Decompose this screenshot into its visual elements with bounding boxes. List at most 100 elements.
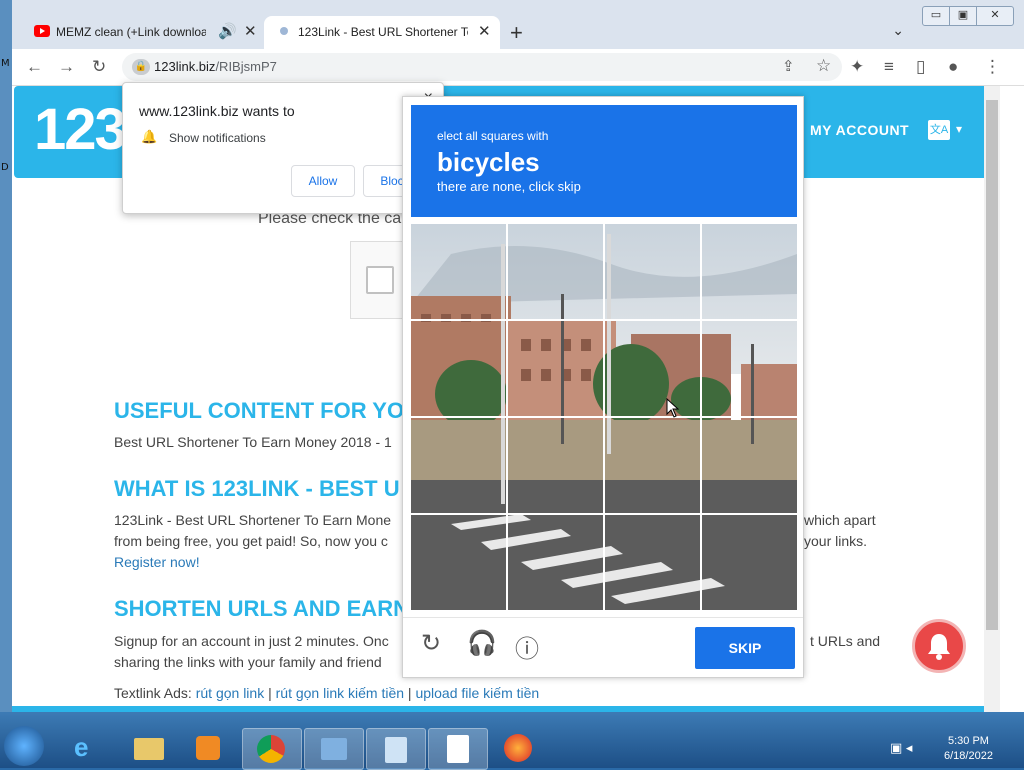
tab-close-icon[interactable]: ✕: [478, 22, 491, 40]
forward-arrow-icon[interactable]: →: [58, 57, 75, 77]
headphones-icon[interactable]: 🎧: [467, 629, 497, 658]
firefox-icon: [504, 734, 532, 762]
media-queue-icon[interactable]: ≡: [884, 57, 894, 77]
captcha-instruction-line3: there are none, click skip: [437, 179, 581, 194]
info-icon[interactable]: ⓘ: [515, 629, 539, 664]
system-tray: ▣ ◂: [890, 740, 912, 756]
bell-icon: [928, 634, 950, 660]
bookmark-star-icon[interactable]: ☆: [816, 56, 831, 76]
captcha-header: elect all squares with bicycles there ar…: [411, 105, 797, 217]
lock-icon[interactable]: 🔒: [132, 59, 150, 75]
taskbar-solitaire[interactable]: [428, 728, 488, 770]
minimize-button[interactable]: ▭: [923, 7, 950, 25]
recaptcha-checkbox[interactable]: [366, 266, 394, 294]
site-favicon: [280, 27, 288, 35]
taskbar-control-panel[interactable]: [304, 728, 364, 770]
chrome-icon: [257, 735, 285, 763]
section-text-right: which apart: [804, 512, 876, 528]
register-link[interactable]: Register now!: [114, 552, 200, 573]
extensions-puzzle-icon[interactable]: ✦: [850, 57, 864, 77]
captcha-challenge: elect all squares with bicycles there ar…: [402, 96, 804, 678]
taskbar-firefox[interactable]: [490, 728, 548, 768]
permission-description: Show notifications: [169, 131, 266, 145]
browser-toolbar: ← → ↻ 🔒 123link.biz/RIBjsmP7 ⇪ ☆ ✦ ≡ ▯ ●…: [12, 49, 1024, 86]
desktop-icon-label: D: [1, 162, 9, 173]
language-icon[interactable]: 文A: [928, 120, 950, 140]
new-tab-button[interactable]: +: [510, 20, 523, 46]
menu-kebab-icon[interactable]: ⋮: [984, 57, 1001, 77]
section-text: Best URL Shortener To Earn Money 2018 - …: [114, 434, 392, 450]
taskbar-media-player[interactable]: [180, 728, 238, 768]
textlink-1[interactable]: rút gọn link: [196, 685, 264, 701]
network-icon[interactable]: ▣: [890, 740, 902, 755]
reload-icon[interactable]: ↻: [421, 629, 441, 658]
clock[interactable]: 5:30 PM 6/18/2022: [944, 734, 993, 764]
tab-search-chevron-icon[interactable]: ⌄: [892, 22, 904, 39]
register-link-text[interactable]: Register now!: [114, 554, 200, 570]
profile-avatar-icon[interactable]: ●: [948, 57, 958, 77]
mouse-cursor-icon: [666, 398, 680, 418]
control-panel-icon: [321, 738, 347, 760]
section-text: Signup for an account in just 2 minutes.…: [114, 633, 389, 649]
taskbar: e ▣ ◂ 5:30 PM 6/18/2022: [0, 712, 1024, 770]
url-text[interactable]: 123link.biz/RIBjsmP7: [154, 59, 277, 74]
ie-icon: e: [74, 732, 89, 762]
allow-button[interactable]: Allow: [291, 165, 355, 197]
captcha-divider: [403, 617, 803, 618]
separator: |: [407, 685, 412, 701]
url-domain: 123link.biz: [154, 59, 216, 74]
section-heading: WHAT IS 123LINK - BEST U: [114, 476, 400, 501]
tab-strip: MEMZ clean (+Link download 🔊 ✕ 123Link -…: [12, 0, 1024, 49]
scrollbar-thumb[interactable]: [986, 100, 998, 630]
tab-memz[interactable]: MEMZ clean (+Link download 🔊 ✕: [22, 16, 266, 49]
desktop-icon-label: M: [1, 58, 10, 69]
share-icon[interactable]: ⇪: [782, 57, 795, 75]
bell-icon: 🔔: [141, 129, 158, 144]
section-text: from being free, you get paid! So, now y…: [114, 533, 388, 549]
back-arrow-icon[interactable]: ←: [26, 57, 43, 77]
clock-date: 6/18/2022: [944, 750, 993, 762]
my-account-link[interactable]: MY ACCOUNT: [810, 122, 909, 138]
media-player-icon: [196, 736, 220, 760]
site-logo[interactable]: 123: [34, 96, 127, 163]
textlink-3[interactable]: upload file kiếm tiền: [415, 685, 539, 701]
restore-button[interactable]: ▣: [950, 7, 977, 25]
url-path: /RIBjsmP7: [215, 59, 277, 74]
tab-close-icon[interactable]: ✕: [244, 22, 257, 40]
permission-title: www.123link.biz wants to: [139, 103, 295, 119]
start-button[interactable]: [4, 726, 44, 766]
desktop-edge: M D: [0, 0, 12, 712]
tab-title: 123Link - Best URL Shortener To: [298, 25, 468, 39]
textlink-label: Textlink Ads:: [114, 685, 192, 701]
section-text: sharing the links with your family and f…: [114, 654, 382, 670]
tab-123link[interactable]: 123Link - Best URL Shortener To ✕: [264, 16, 500, 49]
separator: |: [268, 685, 272, 701]
tab-title: MEMZ clean (+Link download: [56, 25, 206, 39]
clock-time: 5:30 PM: [947, 735, 989, 747]
window-controls: ▭ ▣ ✕: [922, 6, 1014, 26]
textlink-ads: Textlink Ads: rút gọn link | rút gọn lin…: [114, 683, 539, 704]
captcha-instruction-line1: elect all squares with: [437, 129, 549, 143]
address-bar[interactable]: 🔒 123link.biz/RIBjsmP7 ⇪ ☆: [122, 53, 842, 81]
captcha-target-word: bicycles: [437, 147, 540, 177]
taskbar-notepad[interactable]: [366, 728, 426, 770]
captcha-image-grid: [411, 224, 797, 610]
cards-icon: [447, 735, 469, 763]
chevron-down-icon[interactable]: ▾: [956, 122, 962, 136]
skip-button[interactable]: SKIP: [695, 627, 795, 669]
notepad-icon: [385, 737, 407, 763]
taskbar-chrome[interactable]: [242, 728, 302, 770]
section-text: 123Link - Best URL Shortener To Earn Mon…: [114, 512, 392, 528]
taskbar-explorer[interactable]: [120, 728, 178, 768]
close-window-button[interactable]: ✕: [977, 7, 1013, 25]
folder-icon: [134, 738, 164, 760]
section-heading: USEFUL CONTENT FOR YO: [114, 398, 405, 423]
textlink-2[interactable]: rút gọn link kiếm tiền: [276, 685, 404, 701]
side-panel-icon[interactable]: ▯: [916, 57, 925, 77]
speaker-icon[interactable]: 🔊: [218, 22, 237, 40]
section-heading: SHORTEN URLS AND EARN: [114, 596, 409, 621]
notification-bell-button[interactable]: [912, 619, 966, 673]
reload-icon[interactable]: ↻: [92, 57, 106, 77]
volume-icon[interactable]: ◂: [906, 740, 913, 755]
taskbar-ie[interactable]: e: [60, 728, 118, 768]
